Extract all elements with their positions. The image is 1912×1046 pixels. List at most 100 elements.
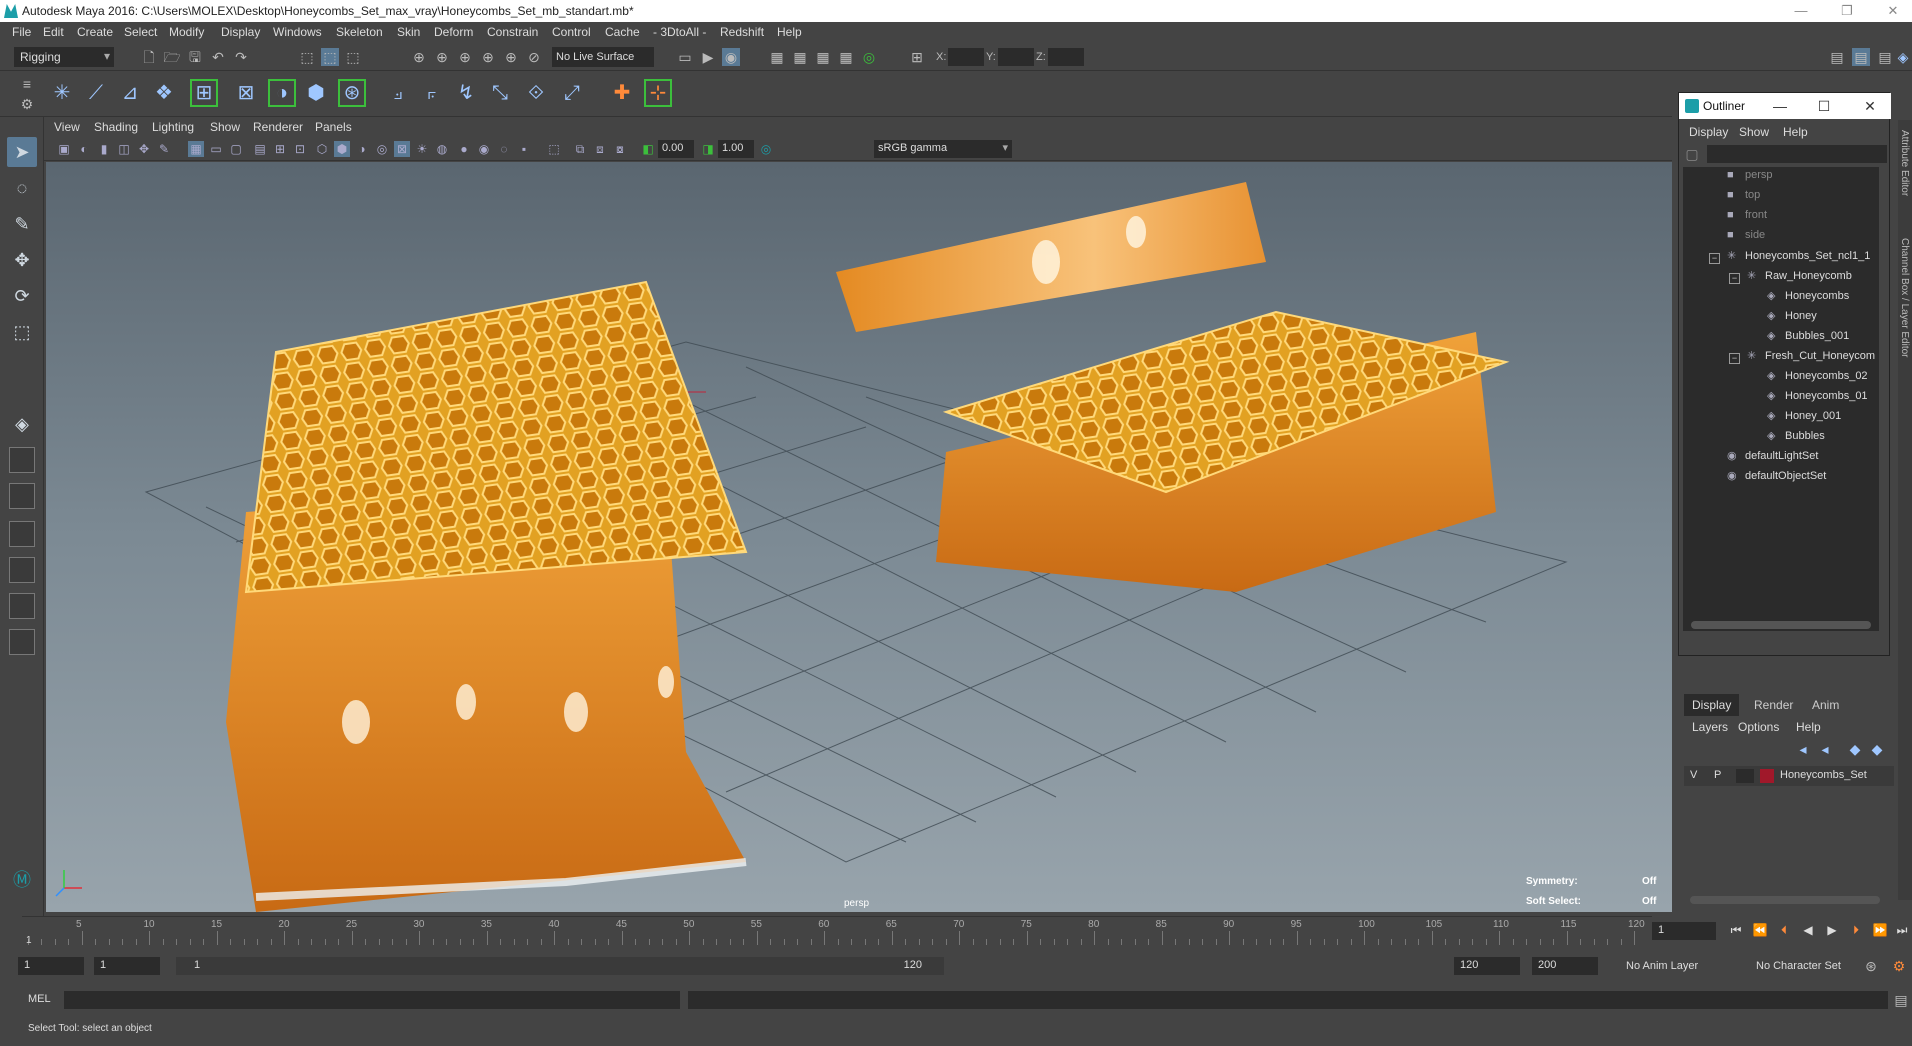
shelf-settings-icon[interactable]: ⚙ bbox=[18, 95, 36, 113]
bind-skin-icon[interactable]: ⊞ bbox=[190, 79, 218, 107]
outliner-item-fresh-cut-honeycomb[interactable]: ✳ Fresh_Cut_Honeycom bbox=[1747, 349, 1875, 367]
menu-display[interactable]: Display bbox=[221, 25, 260, 39]
menu-skin[interactable]: Skin bbox=[397, 25, 420, 39]
exposure-icon[interactable]: ◧ bbox=[640, 141, 656, 157]
light-editor-icon[interactable]: ▦ bbox=[837, 48, 855, 66]
outliner-search-input[interactable] bbox=[1707, 145, 1887, 163]
color-management-icon[interactable]: ◎ bbox=[758, 141, 774, 157]
panel-menu-panels[interactable]: Panels bbox=[315, 120, 352, 134]
new-scene-icon[interactable]: 🗋 bbox=[140, 48, 158, 66]
layers-menu-help[interactable]: Help bbox=[1796, 720, 1821, 734]
attribute-editor-toggle-icon[interactable]: ▤ bbox=[1876, 48, 1894, 66]
use-all-lights-icon[interactable]: ☀ bbox=[414, 141, 430, 157]
playback-start-field[interactable]: 1 bbox=[94, 957, 160, 975]
outliner-item-honeycombs[interactable]: ◈ Honeycombs bbox=[1767, 289, 1849, 307]
outliner-item-default-object-set[interactable]: ◉ defaultObjectSet bbox=[1727, 469, 1826, 487]
save-scene-icon[interactable]: 🖫 bbox=[186, 48, 204, 66]
xray-icon[interactable]: ⧉ bbox=[572, 141, 588, 157]
image-plane-icon[interactable]: ◫ bbox=[116, 141, 132, 157]
view-transform-select[interactable]: sRGB gamma bbox=[874, 140, 1012, 158]
move-tool-icon[interactable]: ✥ bbox=[7, 245, 37, 275]
menu-help[interactable]: Help bbox=[777, 25, 802, 39]
smooth-shade-icon[interactable]: ⬢ bbox=[334, 141, 350, 157]
transform-input-icon[interactable]: ⊞ bbox=[908, 48, 926, 66]
motion-blur-icon[interactable]: ◉ bbox=[476, 141, 492, 157]
render-settings-icon[interactable]: ▦ bbox=[768, 48, 786, 66]
scale-constraint-icon[interactable]: ⤡ bbox=[486, 79, 514, 107]
ipr-render-icon[interactable]: ◉ bbox=[722, 48, 740, 66]
outliner-menu-help[interactable]: Help bbox=[1783, 125, 1808, 139]
2d-pan-icon[interactable]: ✥ bbox=[136, 141, 152, 157]
menu-create[interactable]: Create bbox=[77, 25, 113, 39]
move-layer-up-icon[interactable]: ◂ bbox=[1794, 740, 1812, 758]
maya-home-icon[interactable]: Ⓜ bbox=[7, 865, 37, 895]
grease-pencil-icon[interactable]: ✎ bbox=[156, 141, 172, 157]
wireframe-icon[interactable]: ⬡ bbox=[314, 141, 330, 157]
menu-select[interactable]: Select bbox=[124, 25, 157, 39]
new-layer-selected-icon[interactable]: ◆ bbox=[1868, 740, 1886, 758]
play-backwards-icon[interactable]: ◀ bbox=[1800, 922, 1816, 938]
select-object-icon[interactable]: ⬚ bbox=[321, 48, 339, 66]
orient-constraint-icon[interactable]: ⟔ bbox=[418, 79, 446, 107]
range-slider[interactable]: 1 120 bbox=[176, 957, 944, 975]
field-chart-icon[interactable]: ⊞ bbox=[272, 141, 288, 157]
panel-menu-view[interactable]: View bbox=[54, 120, 80, 134]
character-set-select[interactable]: No Character Set bbox=[1756, 960, 1841, 972]
snap-grid-icon[interactable]: ⊕ bbox=[410, 48, 428, 66]
gamma-field[interactable]: 1.00 bbox=[718, 140, 754, 158]
panel-menu-shading[interactable]: Shading bbox=[94, 120, 138, 134]
outliner-item-honey[interactable]: ◈ Honey bbox=[1767, 309, 1817, 327]
show-manipulator-icon[interactable]: ◈ bbox=[7, 409, 37, 439]
insert-joint-icon[interactable]: ❖ bbox=[150, 79, 178, 107]
safe-action-icon[interactable]: ⊡ bbox=[292, 141, 308, 157]
modeling-toolkit-icon[interactable]: ▤ bbox=[1828, 48, 1846, 66]
grid-icon[interactable]: ▦ bbox=[188, 141, 204, 157]
panel-menu-lighting[interactable]: Lighting bbox=[152, 120, 194, 134]
outliner-horizontal-scrollbar[interactable] bbox=[1691, 621, 1871, 629]
go-to-end-icon[interactable]: ⏭ bbox=[1894, 922, 1910, 938]
textured-icon[interactable]: ⊠ bbox=[394, 141, 410, 157]
step-back-key-icon[interactable]: ⏪ bbox=[1752, 922, 1768, 938]
open-scene-icon[interactable]: 🗁 bbox=[163, 48, 181, 66]
channel-box-toggle-icon[interactable]: ▤ bbox=[1852, 48, 1870, 66]
undo-icon[interactable]: ↶ bbox=[209, 48, 227, 66]
new-layer-icon[interactable]: ◆ bbox=[1846, 740, 1864, 758]
current-frame-field[interactable]: 1 bbox=[1652, 922, 1716, 940]
menu-windows[interactable]: Windows bbox=[273, 25, 322, 39]
expand-toggle[interactable]: − bbox=[1709, 253, 1720, 264]
snap-view-icon[interactable]: ⊕ bbox=[479, 48, 497, 66]
xray-components-icon[interactable]: ⧇ bbox=[612, 141, 628, 157]
cluster-handle-icon[interactable]: ⊹ bbox=[644, 79, 672, 107]
expand-toggle[interactable]: − bbox=[1729, 353, 1740, 364]
minimize-icon[interactable]: — bbox=[1792, 2, 1810, 20]
layout-two-icon[interactable] bbox=[9, 521, 35, 547]
joint-tool-icon[interactable]: ✳ bbox=[48, 79, 76, 107]
tool-settings-toggle-icon[interactable]: ◈ bbox=[1894, 48, 1912, 66]
perspective-viewport[interactable]: persp Symmetry: Off Soft Select: Off bbox=[46, 162, 1672, 912]
layout-four-icon[interactable] bbox=[9, 483, 35, 509]
outliner-item-default-light-set[interactable]: ◉ defaultLightSet bbox=[1727, 449, 1818, 467]
script-editor-icon[interactable]: ▤ bbox=[1892, 991, 1910, 1009]
play-forwards-icon[interactable]: ▶ bbox=[1824, 922, 1840, 938]
select-component-icon[interactable]: ⬚ bbox=[344, 48, 362, 66]
y-field[interactable] bbox=[998, 48, 1034, 66]
render-view-icon[interactable]: ▭ bbox=[676, 48, 694, 66]
locator-icon[interactable]: ✚ bbox=[608, 79, 636, 107]
scale-tool-icon[interactable]: ⬚ bbox=[7, 317, 37, 347]
layers-tab-render[interactable]: Render bbox=[1746, 694, 1801, 716]
outliner-item-persp[interactable]: ■ persp bbox=[1727, 169, 1773, 187]
menu-3dtoall[interactable]: - 3DtoAll - bbox=[653, 25, 706, 39]
wireframe-on-shaded-icon[interactable]: ◎ bbox=[374, 141, 390, 157]
outliner-item-top[interactable]: ■ top bbox=[1727, 189, 1760, 207]
layer-row-honeycombs-set[interactable]: V P Honeycombs_Set bbox=[1684, 766, 1894, 786]
close-icon[interactable]: ✕ bbox=[1884, 2, 1902, 20]
menu-set-selector[interactable]: Rigging bbox=[14, 47, 114, 67]
menu-cache[interactable]: Cache bbox=[605, 25, 640, 39]
gate-mask-icon[interactable]: ▤ bbox=[252, 141, 268, 157]
cluster-icon[interactable]: ◑ bbox=[268, 79, 296, 107]
layer-playback-toggle[interactable]: P bbox=[1714, 769, 1721, 781]
shadows-icon[interactable]: ◍ bbox=[434, 141, 450, 157]
step-forward-frame-icon[interactable]: ⏵ bbox=[1848, 922, 1864, 938]
make-live-icon[interactable]: ⊘ bbox=[525, 48, 543, 66]
layers-menu-layers[interactable]: Layers bbox=[1692, 720, 1728, 734]
